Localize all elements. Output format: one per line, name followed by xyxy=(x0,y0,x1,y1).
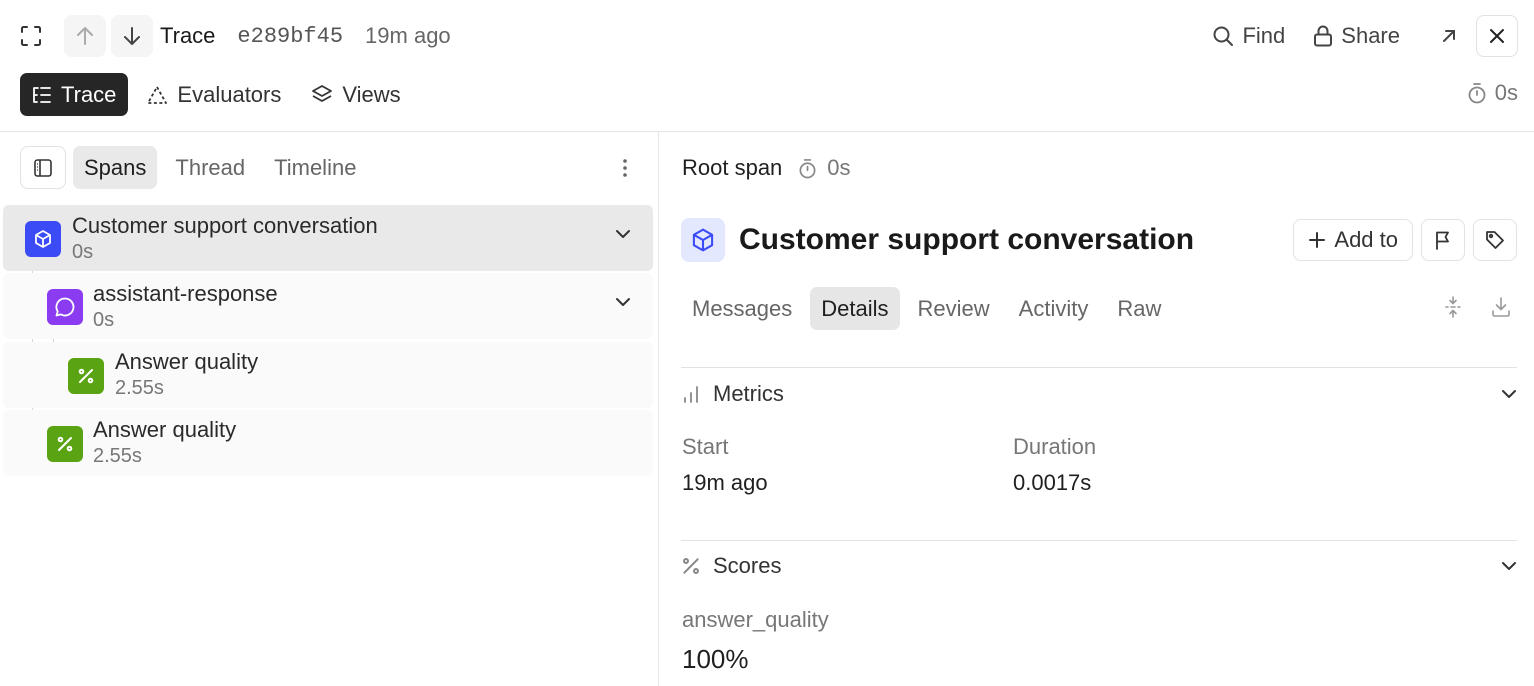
score-value: 100% xyxy=(682,644,749,674)
span-name: assistant-response xyxy=(93,281,278,306)
scores-heading: Scores xyxy=(713,553,782,578)
cube-icon xyxy=(690,227,716,253)
span-title: Customer support conversation xyxy=(739,223,1195,256)
tab-raw[interactable]: Raw xyxy=(1106,287,1172,330)
mode-views[interactable]: Views xyxy=(299,73,412,116)
span-row-assistant-response[interactable]: assistant-response 0s xyxy=(3,273,653,339)
tab-review[interactable]: Review xyxy=(907,287,1001,330)
arrow-down-icon xyxy=(123,26,141,46)
sidebar-icon xyxy=(33,158,53,178)
triangle-dashed-icon xyxy=(146,85,168,105)
kebab-icon xyxy=(622,158,628,178)
section-divider xyxy=(681,540,1517,541)
open-external-button[interactable] xyxy=(1428,15,1470,57)
share-button[interactable]: Share xyxy=(1313,23,1400,49)
span-duration: 2.55s xyxy=(115,377,164,399)
mode-evaluators[interactable]: Evaluators xyxy=(134,73,293,116)
trace-timer: 0s xyxy=(1467,80,1518,106)
trace-tree-icon xyxy=(32,85,52,105)
metrics-heading: Metrics xyxy=(713,381,784,406)
previous-trace-button[interactable] xyxy=(64,15,106,57)
score-name: answer_quality xyxy=(682,607,829,632)
bar-chart-icon xyxy=(681,384,701,404)
cube-icon xyxy=(33,229,53,249)
span-row-answer-quality-nested[interactable]: Answer quality 2.55s xyxy=(3,342,653,408)
span-name: Customer support conversation xyxy=(72,213,378,238)
span-type-badge xyxy=(47,289,83,325)
next-trace-button[interactable] xyxy=(111,15,153,57)
section-divider xyxy=(681,367,1517,368)
arrow-up-right-icon xyxy=(1441,28,1457,44)
span-row-answer-quality[interactable]: Answer quality 2.55s xyxy=(3,410,653,476)
chevron-down-icon xyxy=(1501,389,1517,399)
tab-spans[interactable]: Spans xyxy=(73,146,158,189)
arrow-up-icon xyxy=(76,26,94,46)
tab-thread[interactable]: Thread xyxy=(164,146,256,189)
scores-section-header[interactable]: Scores xyxy=(681,551,1517,581)
close-icon xyxy=(1489,28,1505,44)
stopwatch-icon xyxy=(798,158,817,179)
metrics-section-header[interactable]: Metrics xyxy=(681,379,1517,409)
mode-trace[interactable]: Trace xyxy=(20,73,129,116)
mode-trace-label: Trace xyxy=(61,81,117,107)
stopwatch-icon xyxy=(1467,82,1487,104)
span-duration: 0s xyxy=(93,309,115,331)
header-divider xyxy=(0,131,1534,132)
span-type-badge xyxy=(68,358,104,394)
find-button[interactable]: Find xyxy=(1212,23,1285,49)
toggle-sidebar-button[interactable] xyxy=(20,146,66,189)
chat-bubble-icon xyxy=(54,296,76,318)
tab-timeline[interactable]: Timeline xyxy=(263,146,367,189)
tab-activity[interactable]: Activity xyxy=(1008,287,1100,330)
add-to-label: Add to xyxy=(1334,227,1398,252)
lock-icon xyxy=(1313,25,1333,47)
span-duration: 2.55s xyxy=(93,445,142,467)
plus-icon xyxy=(1308,231,1326,249)
flag-button[interactable] xyxy=(1421,219,1465,261)
tag-icon xyxy=(1485,230,1505,250)
start-label: Start xyxy=(682,434,729,459)
add-to-button[interactable]: Add to xyxy=(1293,219,1413,261)
mode-evaluators-label: Evaluators xyxy=(177,81,282,107)
share-label: Share xyxy=(1341,23,1400,48)
span-name: Answer quality xyxy=(93,417,237,442)
duration-label: Duration xyxy=(1013,434,1097,459)
span-name: Answer quality xyxy=(115,349,259,374)
close-button[interactable] xyxy=(1476,15,1518,57)
chevron-down-icon[interactable] xyxy=(615,229,631,239)
root-span-label: Root span xyxy=(682,155,783,180)
trace-timer-value: 0s xyxy=(1494,80,1518,105)
more-options-button[interactable] xyxy=(622,158,628,178)
mode-views-label: Views xyxy=(342,81,401,107)
pane-divider[interactable] xyxy=(658,131,659,686)
span-duration: 0s xyxy=(72,241,94,263)
span-type-badge xyxy=(25,221,61,257)
trace-age: 19m ago xyxy=(365,23,451,48)
expand-icon xyxy=(20,25,42,47)
percent-icon xyxy=(77,367,95,385)
collapse-all-icon[interactable] xyxy=(1442,296,1464,318)
start-value: 19m ago xyxy=(682,470,768,495)
find-label: Find xyxy=(1242,23,1286,48)
download-icon[interactable] xyxy=(1490,296,1512,318)
fullscreen-button[interactable] xyxy=(20,15,64,57)
tab-details[interactable]: Details xyxy=(810,287,900,330)
span-type-badge xyxy=(681,218,725,262)
tab-messages[interactable]: Messages xyxy=(681,287,803,330)
trace-id[interactable]: e289bf45 xyxy=(237,24,343,49)
layers-icon xyxy=(311,84,333,106)
tag-button[interactable] xyxy=(1473,219,1517,261)
search-icon xyxy=(1212,25,1234,47)
duration-value: 0.0017s xyxy=(1013,470,1092,495)
span-row-root[interactable]: Customer support conversation 0s xyxy=(3,205,653,271)
span-type-badge xyxy=(47,426,83,462)
flag-icon xyxy=(1434,230,1452,250)
root-span-time: 0s xyxy=(827,155,851,180)
chevron-down-icon xyxy=(1501,561,1517,571)
percent-icon xyxy=(681,556,701,576)
page-title: Trace xyxy=(160,23,216,48)
chevron-down-icon[interactable] xyxy=(615,297,631,307)
percent-icon xyxy=(56,435,74,453)
